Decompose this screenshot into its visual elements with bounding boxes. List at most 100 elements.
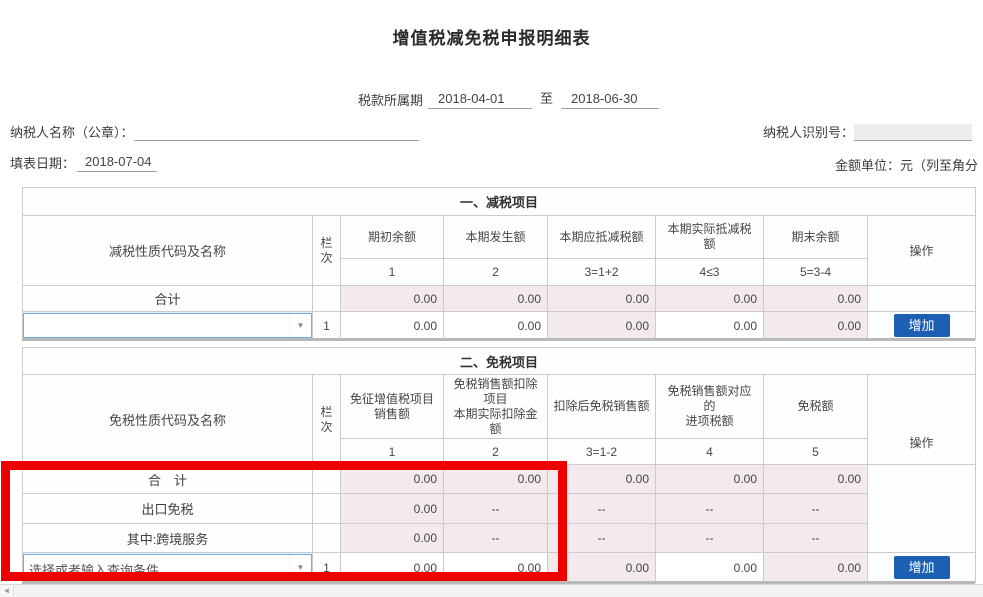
col-num: 2 xyxy=(444,439,548,465)
table-row: ▼ 1 0.00 0.00 0.00 0.00 0.00 增加 xyxy=(23,312,976,340)
empty-operation-cell xyxy=(868,465,976,553)
na-cell: -- xyxy=(656,494,764,524)
editable-value-cell[interactable]: 0.00 xyxy=(656,553,764,583)
taxpayer-id-input[interactable] xyxy=(854,124,972,141)
na-cell: -- xyxy=(444,524,548,553)
total-value-cell: 0.00 xyxy=(548,465,656,494)
col-header-sales-after-deduction: 扣除后免税销售额 xyxy=(548,375,656,439)
chevron-down-icon[interactable]: ▼ xyxy=(289,314,311,337)
col-header-opening-balance: 期初余额 xyxy=(341,216,444,259)
col-header-deductible: 本期应抵减税额 xyxy=(548,216,656,259)
col-header-operation: 操作 xyxy=(868,216,976,286)
col-num: 5=3-4 xyxy=(764,259,868,286)
value-cell: 0.00 xyxy=(341,494,444,524)
col-header-ending-balance: 期末余额 xyxy=(764,216,868,259)
editable-value-cell[interactable]: 0.00 xyxy=(341,312,444,340)
computed-value-cell: 0.00 xyxy=(764,553,868,583)
na-cell: -- xyxy=(548,494,656,524)
tax-period-start-input[interactable]: 2018-04-01 xyxy=(428,91,532,109)
col-header-line-no: 栏 次 xyxy=(313,375,341,465)
col-header-input-tax: 免税销售额对应 的 进项税额 xyxy=(656,375,764,439)
col-header-exemption-code-name: 免税性质代码及名称 xyxy=(23,375,313,465)
operation-cell: 增加 xyxy=(868,553,976,583)
tax-period-end-input[interactable]: 2018-06-30 xyxy=(561,91,659,109)
editable-value-cell[interactable]: 0.00 xyxy=(341,553,444,583)
total-row-label: 合计 xyxy=(23,286,313,312)
page-title: 增值税减免税申报明细表 xyxy=(0,24,983,49)
total-value-cell: 0.00 xyxy=(444,286,548,312)
computed-value-cell: 0.00 xyxy=(764,312,868,340)
empty-line-no-cell xyxy=(313,286,341,312)
exemption-code-select-placeholder: 选择或者输入查询条件 xyxy=(24,560,159,580)
total-value-cell: 0.00 xyxy=(764,286,868,312)
reduction-items-table: 一、减税项目 减税性质代码及名称 栏 次 期初余额 本期发生额 本期应抵减税额 … xyxy=(22,187,976,340)
col-header-operation: 操作 xyxy=(868,375,976,465)
col-num: 3=1-2 xyxy=(548,439,656,465)
empty-line-no-cell xyxy=(313,465,341,494)
col-num: 5 xyxy=(764,439,868,465)
computed-value-cell: 0.00 xyxy=(548,553,656,583)
col-num: 2 xyxy=(444,259,548,286)
line-no-cell: 1 xyxy=(313,312,341,340)
section-title-exemption: 二、免税项目 xyxy=(23,348,976,375)
reduction-code-select-cell: ▼ xyxy=(23,312,313,340)
col-header-exempt-tax: 免税额 xyxy=(764,375,868,439)
reduction-code-select[interactable]: ▼ xyxy=(23,313,312,338)
empty-line-no-cell xyxy=(313,494,341,524)
chevron-down-icon[interactable]: ▼ xyxy=(289,555,311,580)
vat-exemption-declaration-page: 增值税减免税申报明细表 税款所属期 2018-04-01 至 2018-06-3… xyxy=(0,0,983,597)
col-num: 1 xyxy=(341,439,444,465)
computed-value-cell: 0.00 xyxy=(548,312,656,340)
scroll-left-arrow-icon[interactable]: ◄ xyxy=(0,585,14,597)
add-button[interactable]: 增加 xyxy=(894,314,950,337)
tax-period-row: 税款所属期 2018-04-01 至 2018-06-30 xyxy=(358,88,659,109)
fill-date-input[interactable]: 2018-07-04 xyxy=(77,154,157,172)
editable-value-cell[interactable]: 0.00 xyxy=(444,553,548,583)
taxpayer-id-row: 纳税人识别号： xyxy=(763,122,972,141)
tax-period-label: 税款所属期 xyxy=(358,90,423,109)
col-num: 3=1+2 xyxy=(548,259,656,286)
editable-value-cell[interactable]: 0.00 xyxy=(656,312,764,340)
cross-border-service-row-label: 其中:跨境服务 xyxy=(23,524,313,553)
na-cell: -- xyxy=(548,524,656,553)
total-value-cell: 0.00 xyxy=(341,286,444,312)
total-value-cell: 0.00 xyxy=(656,465,764,494)
table-row: 合 计 0.00 0.00 0.00 0.00 0.00 xyxy=(23,465,976,494)
col-header-actual-deducted: 本期实际抵减税 额 xyxy=(656,216,764,259)
col-header-reduction-code-name: 减税性质代码及名称 xyxy=(23,216,313,286)
col-header-current-occurred: 本期发生额 xyxy=(444,216,548,259)
exemption-code-select-cell: 选择或者输入查询条件 ▼ xyxy=(23,553,313,583)
total-value-cell: 0.00 xyxy=(341,465,444,494)
fill-date-label: 填表日期： xyxy=(10,153,75,172)
add-button[interactable]: 增加 xyxy=(894,556,950,579)
table-row: 出口免税 0.00 -- -- -- -- xyxy=(23,494,976,524)
col-num: 4≤3 xyxy=(656,259,764,286)
taxpayer-name-row: 纳税人名称（公章）： xyxy=(10,122,419,141)
na-cell: -- xyxy=(764,494,868,524)
total-row-label: 合 计 xyxy=(23,465,313,494)
table-row: 其中:跨境服务 0.00 -- -- -- -- xyxy=(23,524,976,553)
table-bottom-divider xyxy=(22,338,975,341)
amount-unit-label: 金额单位：元（列至角分 xyxy=(835,155,978,174)
col-header-line-no: 栏 次 xyxy=(313,216,341,286)
exemption-items-table: 二、免税项目 免税性质代码及名称 栏 次 免征增值税项目 销售额 免税销售额扣除… xyxy=(22,347,976,583)
exemption-code-select[interactable]: 选择或者输入查询条件 ▼ xyxy=(23,554,312,581)
taxpayer-name-label: 纳税人名称（公章）： xyxy=(10,122,134,141)
to-label: 至 xyxy=(540,88,553,107)
operation-cell: 增加 xyxy=(868,312,976,340)
empty-line-no-cell xyxy=(313,524,341,553)
taxpayer-name-input[interactable] xyxy=(134,124,419,141)
col-num: 1 xyxy=(341,259,444,286)
total-value-cell: 0.00 xyxy=(548,286,656,312)
fill-date-row: 填表日期： 2018-07-04 xyxy=(10,153,157,172)
col-header-exempt-sales: 免征增值税项目 销售额 xyxy=(341,375,444,439)
taxpayer-id-label: 纳税人识别号： xyxy=(763,122,854,141)
value-cell: 0.00 xyxy=(341,524,444,553)
total-value-cell: 0.00 xyxy=(444,465,548,494)
horizontal-scrollbar[interactable]: ◄ xyxy=(0,584,983,597)
editable-value-cell[interactable]: 0.00 xyxy=(444,312,548,340)
line-no-cell: 1 xyxy=(313,553,341,583)
col-header-deduction-item-amount: 免税销售额扣除 项目 本期实际扣除金 额 xyxy=(444,375,548,439)
empty-operation-cell xyxy=(868,286,976,312)
col-num: 4 xyxy=(656,439,764,465)
